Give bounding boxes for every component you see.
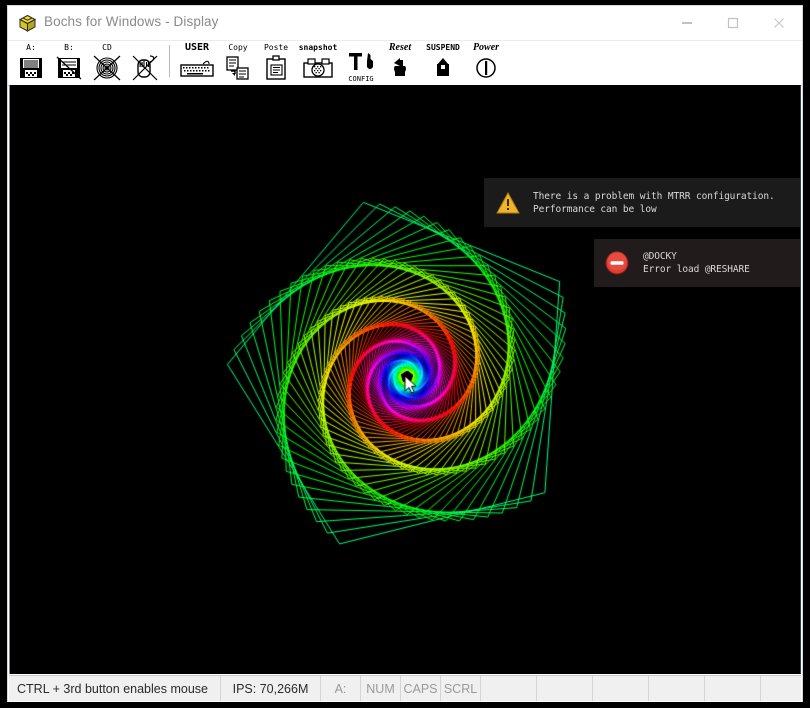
docky-error-notification[interactable]: @DOCKYError load @RESHARE <box>594 239 801 287</box>
close-button[interactable] <box>756 6 802 40</box>
cdrom-label: CD <box>102 43 112 53</box>
toolbar-separator <box>169 45 170 77</box>
bochs-window: Bochs for Windows - Display A: <box>8 6 802 702</box>
status-drive-a: A: <box>321 676 361 701</box>
user-label: USER <box>185 43 209 53</box>
mouse-icon <box>131 53 159 83</box>
copy-icon <box>225 53 251 83</box>
mtrr-warning-line2: Performance can be low <box>533 203 775 216</box>
warning-triangle-icon <box>496 192 520 214</box>
floppy-disk-icon <box>56 53 82 83</box>
reset-label: Reset <box>389 43 411 53</box>
bochs-logo-icon <box>18 14 37 33</box>
toolbar: A: <box>8 41 802 86</box>
floppy-b-button[interactable]: B: <box>50 41 88 84</box>
tools-icon <box>346 50 376 76</box>
mtrr-warning-notification[interactable]: There is a problem with MTRR configurati… <box>484 178 801 227</box>
status-empty-cell <box>537 676 593 701</box>
docky-error-text: @DOCKYError load @RESHARE <box>643 250 750 276</box>
status-empty-cell <box>593 676 649 701</box>
vm-display[interactable]: There is a problem with MTRR configurati… <box>9 85 801 674</box>
maximize-button[interactable] <box>710 6 756 40</box>
status-message: CTRL + 3rd button enables mouse <box>9 676 221 701</box>
status-bar: CTRL + 3rd button enables mouse IPS: 70,… <box>9 675 801 701</box>
status-scroll-lock: SCRL <box>441 676 481 701</box>
keyboard-icon <box>179 53 215 83</box>
camera-icon <box>301 53 335 83</box>
config-sublabel: CONFIG <box>348 76 373 83</box>
mtrr-warning-text: There is a problem with MTRR configurati… <box>533 190 775 216</box>
status-num-lock: NUM <box>361 676 401 701</box>
snapshot-label: snapshot <box>299 43 338 53</box>
suspend-label: SUSPEND <box>426 43 460 53</box>
paste-label: Poste <box>264 43 288 53</box>
mouse-button[interactable] <box>126 41 164 84</box>
suspend-button[interactable]: SUSPEND <box>419 41 467 84</box>
power-label: Power <box>473 43 499 53</box>
suspend-arrow-icon <box>431 53 455 83</box>
cdrom-disc-icon <box>93 53 121 83</box>
snapshot-button[interactable]: snapshot <box>295 41 341 84</box>
error-stop-icon <box>604 250 630 276</box>
floppy-a-button[interactable]: A: <box>12 41 50 84</box>
config-button[interactable]: CONFIG <box>341 41 381 84</box>
copy-button[interactable]: Copy <box>219 41 257 84</box>
cdrom-button[interactable]: CD <box>88 41 126 84</box>
docky-error-line2: Error load @RESHARE <box>643 263 750 276</box>
window-bottom-edge <box>0 702 810 708</box>
title-bar: Bochs for Windows - Display <box>8 6 802 41</box>
status-empty-cell <box>705 676 761 701</box>
paste-button[interactable]: Poste <box>257 41 295 84</box>
status-ips: IPS: 70,266M <box>221 676 321 701</box>
docky-error-line1: @DOCKY <box>643 251 677 262</box>
floppy-b-label: B: <box>64 43 74 53</box>
floppy-disk-icon <box>18 53 44 83</box>
floppy-a-label: A: <box>26 43 36 53</box>
mtrr-warning-line1: There is a problem with MTRR configurati… <box>533 191 775 202</box>
status-empty-cell <box>649 676 705 701</box>
reset-arrow-icon <box>388 53 412 83</box>
clipboard-paste-icon <box>264 53 288 83</box>
window-controls <box>664 6 802 40</box>
rotating-pentagon-spiral-graphic <box>10 85 801 674</box>
status-empty-cell <box>761 676 801 701</box>
app-root: Bochs for Windows - Display A: <box>0 0 810 708</box>
copy-label: Copy <box>228 43 247 53</box>
window-title: Bochs for Windows - Display <box>44 14 219 29</box>
minimize-button[interactable] <box>664 6 710 40</box>
power-icon <box>474 53 498 83</box>
user-button[interactable]: USER <box>175 41 219 84</box>
reset-button[interactable]: Reset <box>381 41 419 84</box>
power-button[interactable]: Power <box>467 41 505 84</box>
status-empty-cell <box>481 676 537 701</box>
status-caps-lock: CAPS <box>401 676 441 701</box>
